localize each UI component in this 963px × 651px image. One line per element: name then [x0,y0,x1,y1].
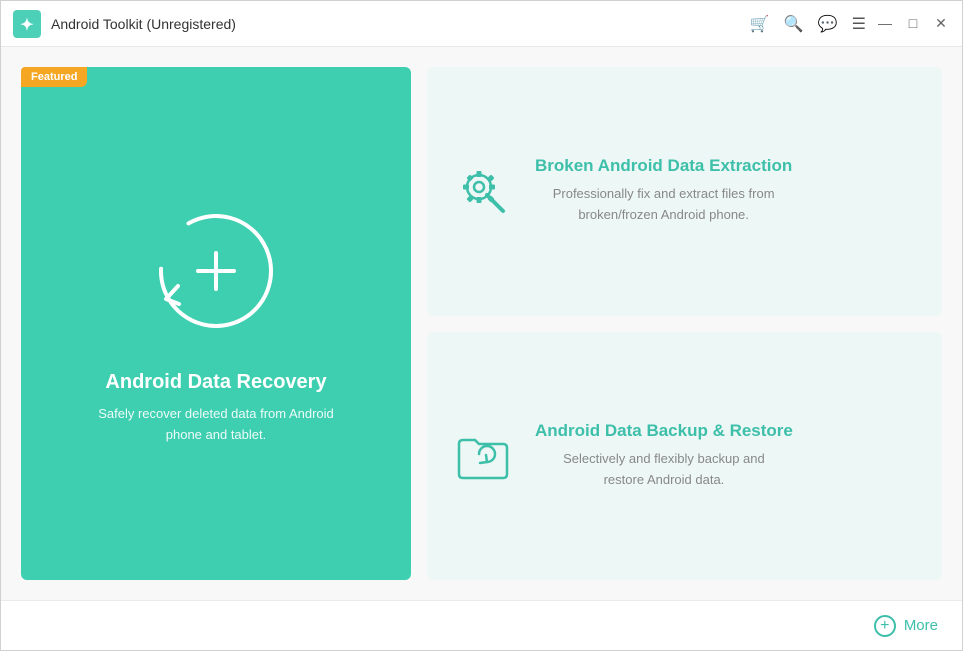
cart-icon[interactable]: 🛒 [750,14,770,34]
menu-icon[interactable]: ☰ [852,14,866,34]
extraction-card-text: Broken Android Data Extraction Professio… [535,156,792,226]
maximize-button[interactable]: □ [904,15,922,32]
featured-badge: Featured [21,67,87,87]
search-icon[interactable]: 🔍 [784,14,804,34]
bottom-bar: + More [1,600,962,650]
app-logo-icon: ✦ [13,10,41,38]
broken-extraction-card[interactable]: Broken Android Data Extraction Professio… [427,67,942,316]
svg-text:✦: ✦ [20,17,33,34]
featured-description: Safely recover deleted data from Android… [98,404,334,446]
more-label: More [904,617,938,634]
featured-title: Android Data Recovery [105,371,326,394]
window-controls: — □ ✕ [876,15,950,32]
featured-panel[interactable]: Featured Android Data Recovery Safely re… [21,67,411,580]
title-bar: ✦ Android Toolkit (Unregistered) 🛒 🔍 💬 ☰… [1,1,962,47]
backup-card-desc: Selectively and flexibly backup andresto… [535,449,793,491]
extraction-card-desc: Professionally fix and extract files fro… [535,184,792,226]
extraction-icon [451,159,515,223]
backup-restore-card[interactable]: Android Data Backup & Restore Selectivel… [427,332,942,581]
backup-icon [451,424,515,488]
backup-card-title: Android Data Backup & Restore [535,421,793,441]
app-title: Android Toolkit (Unregistered) [51,16,750,32]
minimize-button[interactable]: — [876,15,894,32]
app-window: ✦ Android Toolkit (Unregistered) 🛒 🔍 💬 ☰… [0,0,963,651]
toolbar-icons: 🛒 🔍 💬 ☰ [750,14,866,34]
more-circle-icon: + [874,615,896,637]
backup-card-text: Android Data Backup & Restore Selectivel… [535,421,793,491]
extraction-card-title: Broken Android Data Extraction [535,156,792,176]
main-content: Featured Android Data Recovery Safely re… [1,47,962,600]
right-panels: Broken Android Data Extraction Professio… [427,67,942,580]
recovery-icon [146,201,286,341]
close-button[interactable]: ✕ [932,15,950,32]
chat-icon[interactable]: 💬 [818,14,838,34]
more-button[interactable]: + More [874,615,938,637]
